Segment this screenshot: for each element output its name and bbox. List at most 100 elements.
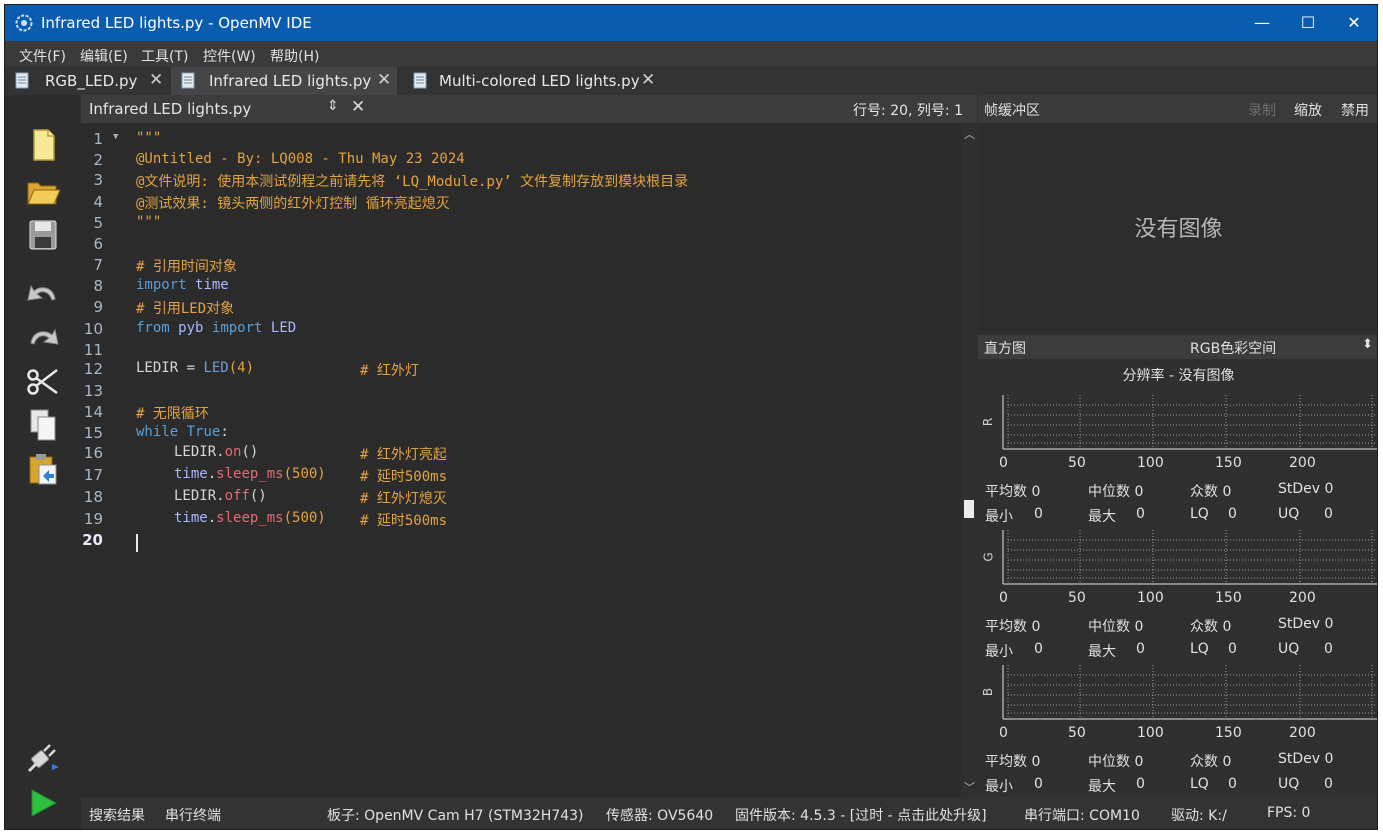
stat-uq-label: UQ — [1278, 506, 1300, 522]
scroll-marker[interactable] — [964, 500, 974, 518]
file-switch-icon[interactable]: ⇕ — [327, 98, 339, 114]
file-tab-bar: RGB_LED.py ✕ Infrared LED lights.py ✕ Mu… — [5, 67, 1377, 96]
app-window: Infrared LED lights.py - OpenMV IDE — ☐ … — [4, 4, 1378, 830]
save-icon[interactable] — [23, 215, 63, 255]
undo-icon[interactable] — [23, 271, 63, 311]
code-comment: # 红外灯熄灭 — [360, 491, 447, 507]
menu-widgets[interactable]: 控件(W) — [203, 46, 256, 66]
tab-close-icon[interactable]: ✕ — [149, 70, 163, 90]
run-icon[interactable] — [23, 783, 63, 823]
object: LEDIR. — [174, 488, 225, 504]
stat-min-label: 最小 — [985, 779, 1013, 795]
stat-max-label: 最大 — [1088, 509, 1116, 525]
openmv-logo-icon — [15, 14, 33, 32]
histogram-plot — [1002, 395, 1377, 450]
editor-close-icon[interactable]: ✕ — [351, 97, 365, 117]
code-comment: # 延时500ms — [360, 469, 448, 485]
module-name: time — [174, 510, 208, 526]
stat-uq-value: 0 — [1324, 776, 1333, 792]
histogram-title: 直方图 — [984, 341, 1026, 357]
new-file-icon[interactable] — [23, 125, 63, 165]
line-number: 7 — [93, 256, 103, 274]
window-title: Infrared LED lights.py - OpenMV IDE — [41, 14, 312, 32]
stat-max-label: 最大 — [1088, 644, 1116, 660]
disable-button[interactable]: 禁用 — [1341, 100, 1369, 120]
axis-tick: 0 — [999, 725, 1008, 741]
framebuffer-header: 帧缓冲区 录制 缩放 禁用 — [978, 95, 1377, 123]
stat-stdev: StDev 0 — [1278, 616, 1334, 632]
copy-icon[interactable] — [23, 405, 63, 445]
stat-max-value: 0 — [1136, 506, 1145, 522]
framebuffer-view: 没有图像 — [978, 123, 1377, 331]
punctuation: () — [241, 444, 259, 460]
menu-help[interactable]: 帮助(H) — [270, 46, 319, 66]
close-window-button[interactable]: ✕ — [1331, 5, 1377, 41]
code-text: # 无限循环 — [136, 406, 209, 422]
module-name: pyb — [178, 320, 204, 336]
punctuation: . — [207, 466, 217, 482]
argument: (500) — [283, 466, 326, 482]
stat-stdev: StDev 0 — [1278, 751, 1334, 767]
scroll-up-icon[interactable]: ︿ — [964, 126, 975, 142]
line-number: 12 — [83, 360, 103, 378]
tab-close-icon[interactable]: ✕ — [377, 70, 391, 90]
code-comment: # 红外灯亮起 — [360, 447, 447, 463]
scroll-down-icon[interactable]: ﹀ — [964, 779, 975, 795]
stat-uq-label: UQ — [1278, 641, 1300, 657]
search-results-tab[interactable]: 搜索结果 — [89, 805, 145, 825]
no-image-text: 没有图像 — [1134, 217, 1223, 242]
tab-rgb-led[interactable]: RGB_LED.py ✕ — [9, 67, 169, 95]
code-line-17: 17 time.sleep_ms(500) # 延时500ms — [81, 466, 961, 487]
keyword: import — [136, 277, 187, 293]
menu-file[interactable]: 文件(F) — [19, 46, 66, 66]
right-panel: 帧缓冲区 录制 缩放 禁用 没有图像 直方图 RGB色彩空间 ⬍ 分辨率 - 没… — [978, 95, 1377, 797]
axis-tick: 50 — [1068, 455, 1086, 471]
cut-icon[interactable] — [23, 361, 63, 401]
file-icon — [181, 72, 195, 89]
left-toolbar — [5, 95, 81, 829]
colorspace-select[interactable]: RGB色彩空间 — [1190, 338, 1276, 358]
menu-edit[interactable]: 编辑(E) — [80, 46, 128, 66]
tab-multi-colored-led[interactable]: Multi-colored LED lights.py ✕ — [405, 67, 667, 95]
editor-file-name[interactable]: Infrared LED lights.py — [89, 100, 251, 118]
code-comment: # 红外灯 — [360, 363, 419, 379]
record-button[interactable]: 录制 — [1248, 100, 1276, 120]
line-number: 3 — [93, 171, 103, 189]
line-number: 11 — [83, 341, 103, 359]
axis-tick: 150 — [1215, 590, 1242, 606]
connect-icon[interactable] — [23, 737, 63, 777]
status-bar: 搜索结果 串行终端 板子: OpenMV Cam H7 (STM32H743) … — [81, 797, 1377, 829]
variable: LEDIR = — [136, 360, 204, 376]
maximize-button[interactable]: ☐ — [1285, 5, 1331, 41]
firmware-upgrade-link[interactable]: 固件版本: 4.5.3 - [过时 - 点击此处升级] — [735, 805, 987, 825]
code-line-5: 5 """ — [81, 214, 961, 235]
stat-mean: 平均数 0 — [985, 619, 1041, 635]
line-number: 4 — [93, 193, 103, 211]
fold-icon[interactable]: ▼ — [113, 132, 118, 142]
redo-icon[interactable] — [23, 315, 63, 355]
zoom-button[interactable]: 缩放 — [1294, 100, 1322, 120]
serial-terminal-tab[interactable]: 串行终端 — [165, 805, 221, 825]
paste-icon[interactable] — [23, 449, 63, 489]
menu-tools[interactable]: 工具(T) — [141, 46, 188, 66]
tab-close-icon[interactable]: ✕ — [641, 70, 655, 90]
title-bar: Infrared LED lights.py - OpenMV IDE — ☐ … — [5, 5, 1377, 41]
code-line-3: 3 @文件说明: 使用本测试例程之前请先将 ‘LQ_Module.py’ 文件复制… — [81, 171, 961, 192]
histogram-plot — [1002, 530, 1377, 585]
code-line-7: 7 # 引用时间对象 — [81, 256, 961, 277]
class-name: LED — [203, 360, 229, 376]
code-line-1: 1 ▼ """ — [81, 130, 961, 151]
open-folder-icon[interactable] — [23, 171, 63, 211]
tab-infrared-led[interactable]: Infrared LED lights.py ✕ — [171, 67, 397, 95]
stat-min-label: 最小 — [985, 509, 1013, 525]
minimize-button[interactable]: — — [1239, 5, 1285, 41]
histogram-header: 直方图 RGB色彩空间 ⬍ — [978, 335, 1377, 359]
editor-scrollbar[interactable]: ︿ ﹀ — [961, 124, 977, 797]
stat-uq-value: 0 — [1324, 506, 1333, 522]
text-cursor — [136, 534, 138, 552]
select-arrows-icon[interactable]: ⬍ — [1362, 337, 1373, 352]
channel-label: G — [981, 552, 996, 562]
code-line-11: 11 — [81, 341, 961, 362]
code-editor[interactable]: 1 ▼ """ 2 @Untitled - By: LQ008 - Thu May 2… — [81, 124, 961, 797]
axis-tick: 150 — [1215, 725, 1242, 741]
